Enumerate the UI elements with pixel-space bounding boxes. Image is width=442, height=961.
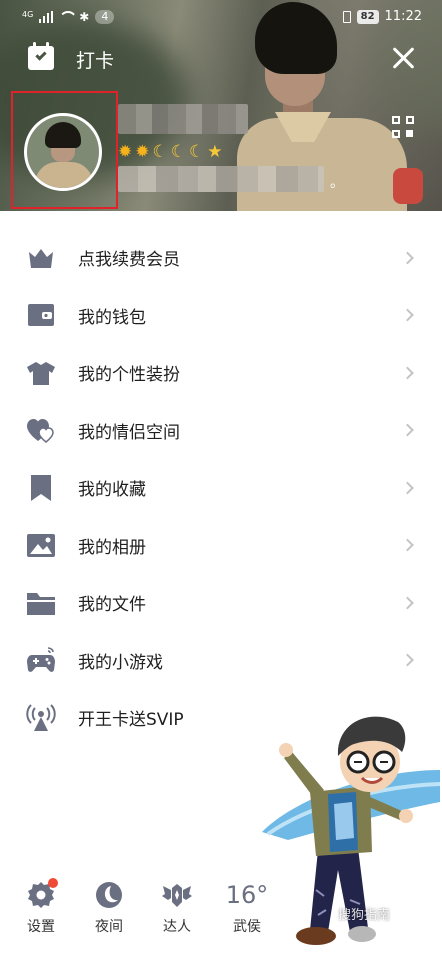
- signature-suffix: 。: [330, 175, 344, 191]
- menu-item-label: 我的情侣空间: [78, 422, 180, 443]
- chevron-right-icon: [401, 423, 414, 437]
- chevron-right-icon: [401, 596, 414, 610]
- close-button[interactable]: [386, 40, 422, 76]
- nickname-blurred[interactable]: [118, 104, 248, 134]
- expert-button[interactable]: 达人: [152, 880, 202, 936]
- calendar-check-icon[interactable]: [28, 42, 54, 70]
- chevron-right-icon: [401, 308, 414, 322]
- sun-icon: ✹: [135, 142, 150, 162]
- hearts-icon: [27, 419, 54, 444]
- chevron-right-icon: [401, 366, 414, 380]
- menu-item-label: 我的收藏: [78, 480, 146, 501]
- moon-icon: ☾: [189, 142, 205, 162]
- menu-item-favorites[interactable]: 我的收藏: [0, 459, 442, 517]
- menu-item-mini-games[interactable]: 我的小游戏: [0, 632, 442, 690]
- menu-item-label: 我的相册: [78, 537, 146, 558]
- avatar-highlight-box: [11, 91, 118, 209]
- signature-blurred[interactable]: [118, 166, 324, 192]
- photo-icon: [27, 534, 55, 558]
- clock: 11:22: [384, 9, 422, 24]
- network-type: 4G: [22, 10, 34, 19]
- settings-button[interactable]: 设置: [16, 878, 66, 936]
- weather-city: 武侯: [233, 919, 261, 935]
- signal-icon: [39, 11, 54, 23]
- notification-dot: [48, 878, 58, 888]
- weather-widget[interactable]: 16° 武侯: [222, 880, 272, 936]
- expert-label: 达人: [163, 919, 191, 935]
- gear-icon: [26, 878, 58, 910]
- wallet-icon: [28, 304, 54, 327]
- crown-icon: [29, 248, 53, 268]
- night-mode-button[interactable]: 夜间: [84, 880, 134, 936]
- sun-icon: ✹: [118, 142, 133, 162]
- moon-icon: ☾: [152, 142, 168, 162]
- menu-item-label: 我的小游戏: [78, 652, 163, 673]
- shirt-icon: [27, 361, 55, 385]
- status-bar: 4G ✱ 4 82 11:22: [0, 6, 442, 30]
- menu-item-vip-renew[interactable]: 点我续费会员: [0, 229, 442, 287]
- folder-icon: [27, 592, 55, 615]
- antenna-icon: [26, 704, 56, 731]
- wifi-icon: [59, 11, 73, 23]
- menu-item-label: 我的钱包: [78, 307, 146, 328]
- menu-item-label: 开王卡送SVIP: [78, 710, 184, 731]
- chevron-right-icon: [401, 538, 414, 552]
- chevron-right-icon: [401, 653, 414, 667]
- moon-icon: ☾: [170, 142, 186, 162]
- notification-badge: 4: [95, 10, 115, 24]
- bookmark-icon: [31, 474, 51, 501]
- winged-badge-icon: [162, 880, 192, 910]
- gamepad-icon: [27, 647, 55, 673]
- menu-item-label: 点我续费会员: [78, 250, 180, 271]
- menu-item-files[interactable]: 我的文件: [0, 574, 442, 632]
- qr-code-icon[interactable]: [392, 116, 414, 138]
- settings-label: 设置: [27, 919, 55, 935]
- moon-icon: [94, 880, 124, 910]
- menu-item-dressup[interactable]: 我的个性装扮: [0, 344, 442, 402]
- menu-item-album[interactable]: 我的相册: [0, 517, 442, 575]
- vibrate-icon: [342, 10, 351, 23]
- chevron-right-icon: [401, 481, 414, 495]
- battery-indicator: 82: [356, 9, 379, 24]
- menu-item-couple-space[interactable]: 我的情侣空间: [0, 402, 442, 460]
- checkin-label[interactable]: 打卡: [76, 46, 114, 73]
- menu-item-wallet[interactable]: 我的钱包: [0, 287, 442, 345]
- chevron-right-icon: [401, 251, 414, 265]
- drawer-menu: 点我续费会员 我的钱包 我的个性装扮 我的情侣空间 我的收藏 我的相册 我的文件…: [0, 229, 442, 747]
- night-mode-label: 夜间: [95, 919, 123, 935]
- menu-item-label: 我的文件: [78, 595, 146, 616]
- menu-item-label: 我的个性装扮: [78, 365, 180, 386]
- bluetooth-icon: ✱: [79, 10, 90, 24]
- level-badges[interactable]: ✹ ✹ ☾ ☾ ☾ ★: [118, 142, 223, 162]
- star-icon: ★: [207, 142, 223, 162]
- watermark-text: 搜狗指南: [338, 908, 391, 923]
- weather-temperature: 16°: [225, 881, 269, 909]
